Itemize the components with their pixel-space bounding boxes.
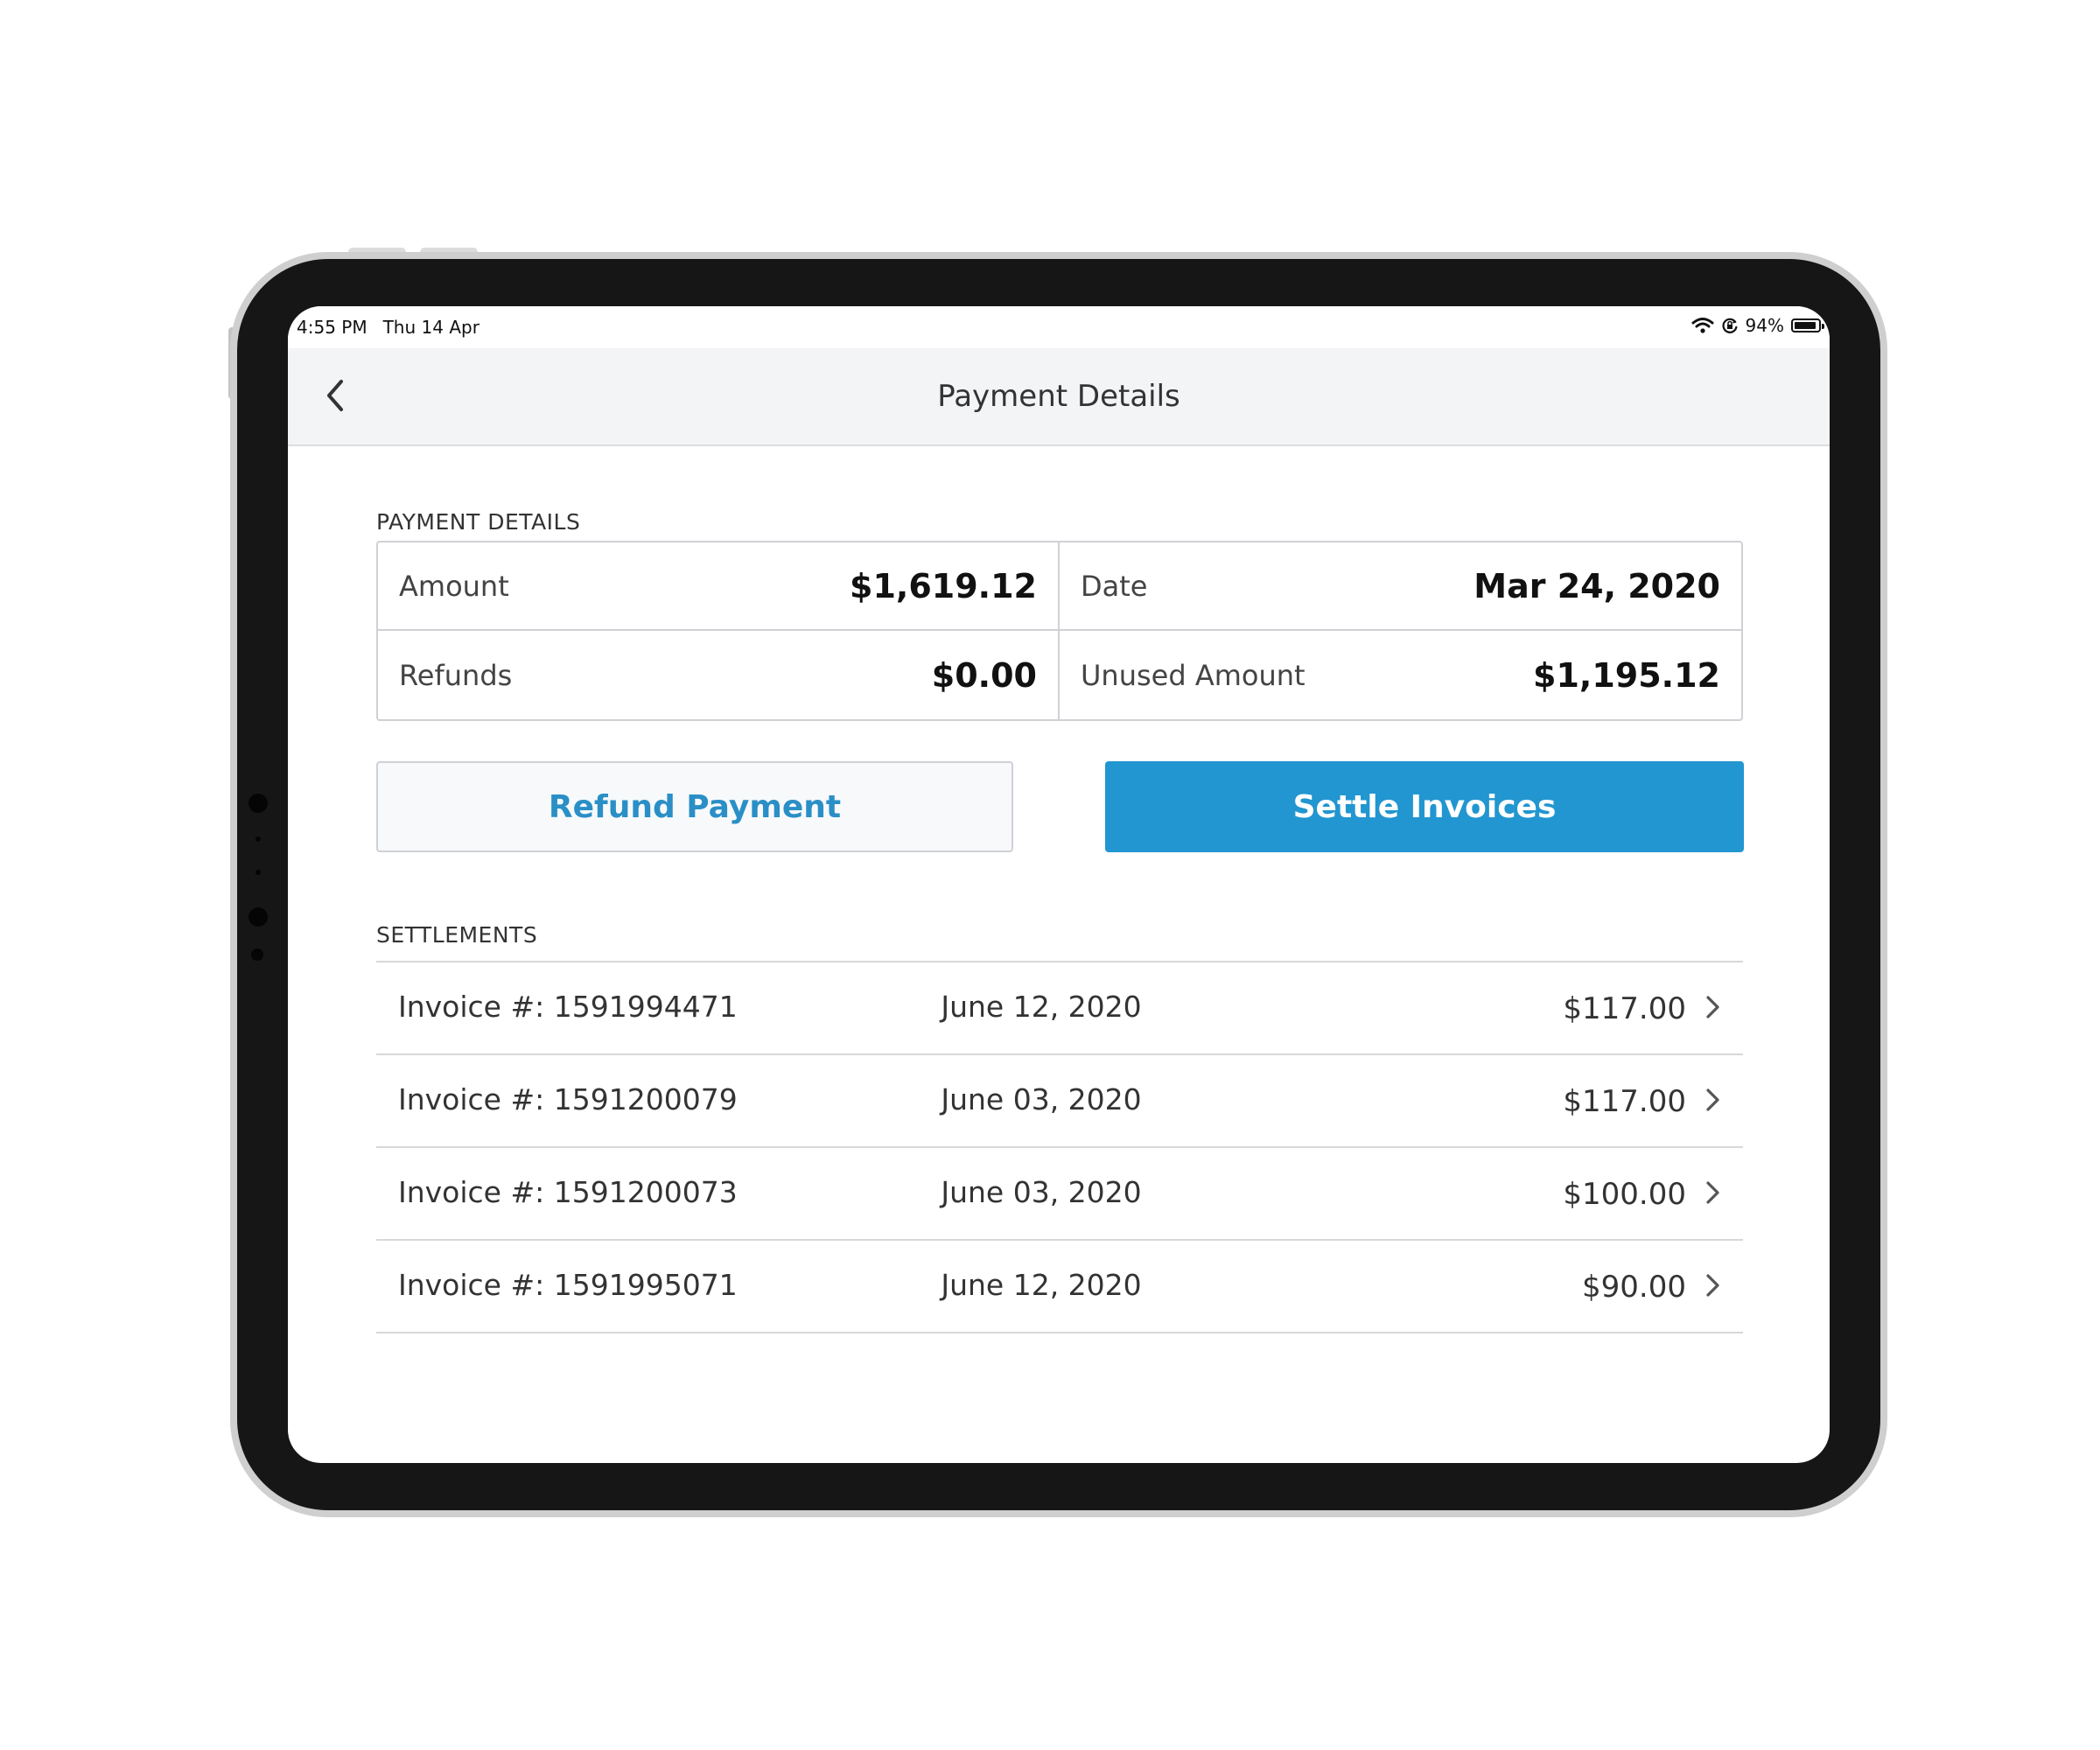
invoice-date: June 12, 2020 xyxy=(941,990,1142,1024)
invoice-date: June 03, 2020 xyxy=(941,1175,1142,1209)
amount-cell: Amount $1,619.12 xyxy=(378,542,1060,631)
settlement-row[interactable]: Invoice #: 1591200073 June 03, 2020 $100… xyxy=(376,1148,1743,1241)
date-cell: Date Mar 24, 2020 xyxy=(1060,542,1741,631)
refunds-value: $0.00 xyxy=(931,655,1037,695)
settlements-list: Invoice #: 1591994471 June 12, 2020 $117… xyxy=(376,961,1743,1334)
sensor-dot xyxy=(256,870,261,875)
unused-amount-cell: Unused Amount $1,195.12 xyxy=(1060,631,1741,719)
chevron-left-icon xyxy=(327,380,343,411)
invoice-number: Invoice #: 1591994471 xyxy=(398,990,738,1024)
invoice-date: June 12, 2020 xyxy=(941,1268,1142,1302)
unused-amount-label: Unused Amount xyxy=(1081,658,1306,692)
payment-details-section-label: PAYMENT DETAILS xyxy=(376,509,581,535)
tablet-bezel: 4:55 PM Thu 14 Apr 94% Payment Details P… xyxy=(237,259,1880,1510)
status-time: 4:55 PM xyxy=(297,317,368,338)
chevron-right-icon xyxy=(1706,1274,1719,1297)
chevron-right-icon xyxy=(1706,996,1719,1018)
sensor-dot xyxy=(251,948,263,961)
date-value: Mar 24, 2020 xyxy=(1474,566,1720,606)
chevron-right-icon xyxy=(1706,1181,1719,1204)
settlement-row[interactable]: Invoice #: 1591200079 June 03, 2020 $117… xyxy=(376,1055,1743,1148)
refunds-label: Refunds xyxy=(399,658,513,692)
invoice-amount: $117.00 xyxy=(1563,991,1686,1026)
battery-icon xyxy=(1791,318,1824,332)
amount-value: $1,619.12 xyxy=(850,566,1037,606)
nav-bar: Payment Details xyxy=(288,348,1830,446)
status-date: Thu 14 Apr xyxy=(382,317,480,338)
status-indicators: 94% xyxy=(1691,315,1824,336)
camera-dot xyxy=(248,794,268,813)
device-mockup: 4:55 PM Thu 14 Apr 94% Payment Details P… xyxy=(0,0,2100,1750)
amount-label: Amount xyxy=(399,569,509,603)
invoice-amount: $90.00 xyxy=(1582,1270,1686,1305)
chevron-right-icon xyxy=(1706,1088,1719,1111)
settle-invoices-button[interactable]: Settle Invoices xyxy=(1105,761,1744,852)
settlement-row[interactable]: Invoice #: 1591994471 June 12, 2020 $117… xyxy=(376,962,1743,1055)
date-label: Date xyxy=(1081,569,1148,603)
invoice-number: Invoice #: 1591200079 xyxy=(398,1082,738,1116)
settlements-section-label: SETTLEMENTS xyxy=(376,922,538,948)
unused-amount-value: $1,195.12 xyxy=(1533,655,1720,695)
invoice-date: June 03, 2020 xyxy=(941,1082,1142,1116)
orientation-lock-icon xyxy=(1722,318,1738,333)
camera-dot xyxy=(248,907,268,927)
sensor-dot xyxy=(256,836,261,842)
invoice-number: Invoice #: 1591200073 xyxy=(398,1175,738,1209)
tablet-frame: 4:55 PM Thu 14 Apr 94% Payment Details P… xyxy=(230,252,1887,1517)
payment-details-card: Amount $1,619.12 Date Mar 24, 2020 Refun… xyxy=(376,541,1743,721)
invoice-amount: $100.00 xyxy=(1563,1177,1686,1212)
status-time-date: 4:55 PM Thu 14 Apr xyxy=(297,317,480,338)
app-screen: 4:55 PM Thu 14 Apr 94% Payment Details P… xyxy=(288,306,1830,1463)
invoice-amount: $117.00 xyxy=(1563,1084,1686,1119)
battery-level xyxy=(1795,322,1816,329)
wifi-icon xyxy=(1691,318,1714,333)
refunds-cell: Refunds $0.00 xyxy=(378,631,1060,719)
invoice-number: Invoice #: 1591995071 xyxy=(398,1268,738,1302)
status-bar: 4:55 PM Thu 14 Apr 94% xyxy=(288,306,1830,348)
settlement-row[interactable]: Invoice #: 1591995071 June 12, 2020 $90.… xyxy=(376,1241,1743,1334)
refund-payment-button[interactable]: Refund Payment xyxy=(376,761,1013,852)
back-button[interactable] xyxy=(311,371,360,420)
page-title: Payment Details xyxy=(937,379,1180,414)
battery-percent: 94% xyxy=(1745,315,1784,336)
